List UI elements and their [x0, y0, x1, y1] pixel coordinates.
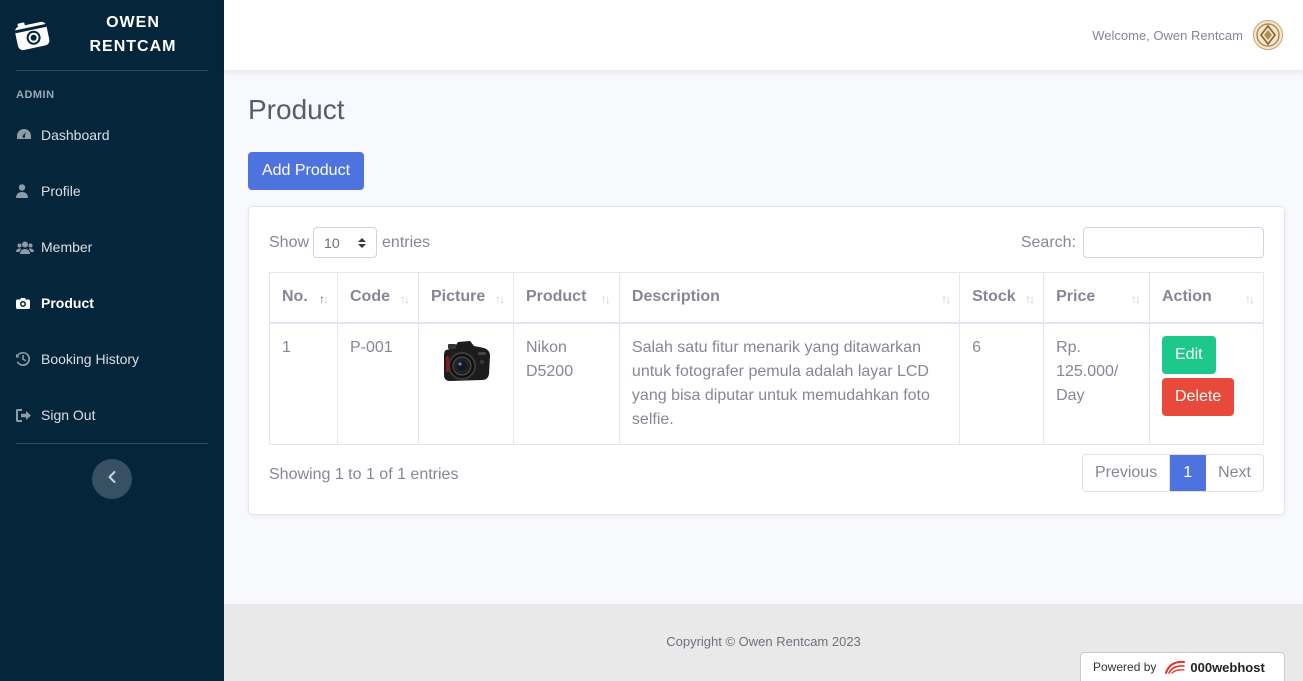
entries-length-control: Show 10 entries — [269, 227, 430, 258]
powered-by-label: Powered by — [1093, 660, 1157, 674]
header-label: Picture — [430, 288, 486, 306]
sidebar-item-label: Member — [41, 239, 93, 255]
sidebar-item-label: Sign Out — [41, 407, 96, 423]
history-icon — [16, 352, 38, 366]
column-header-stock[interactable]: Stock ↑↓ — [959, 272, 1045, 324]
sidebar-item-booking-history[interactable]: Booking History — [0, 331, 224, 387]
show-label: Show — [269, 233, 310, 251]
pagination-next[interactable]: Next — [1206, 455, 1263, 491]
pagination: Previous 1 Next — [1081, 454, 1264, 492]
welcome-text[interactable]: Welcome, Owen Rentcam — [1092, 28, 1243, 43]
sort-icon: ↑↓ — [600, 292, 611, 306]
brand-line2: RENTCAM — [89, 38, 177, 55]
sidebar-heading: ADMIN — [16, 89, 55, 101]
sidebar-item-profile[interactable]: Profile — [0, 163, 224, 219]
cell-price: Rp. 125.000/ Day — [1043, 322, 1150, 445]
delete-button[interactable]: Delete — [1162, 377, 1235, 416]
cell-description: Salah satu fitur menarik yang ditawarkan… — [618, 322, 961, 445]
tachometer-icon — [16, 128, 38, 142]
user-icon — [16, 184, 38, 198]
table-header-row: No. ↑↓ Code ↑↓ Picture ↑↓ Product ↑↓ Descrip… — [269, 272, 1264, 324]
column-header-code[interactable]: Code ↑↓ — [336, 272, 419, 324]
sidebar-item-label: Dashboard — [41, 127, 110, 143]
powered-by-badge[interactable]: Powered by 000webhost — [1080, 652, 1285, 681]
product-table: No. ↑↓ Code ↑↓ Picture ↑↓ Product ↑↓ Descrip… — [269, 272, 1264, 445]
cell-picture — [417, 322, 514, 445]
column-header-no[interactable]: No. ↑↓ — [269, 272, 338, 324]
sort-icon: ↑↓ — [1245, 292, 1255, 306]
webhost-logo-icon — [1164, 659, 1186, 675]
sidebar-item-label: Profile — [41, 183, 81, 199]
sidebar: OWEN RENTCAM ADMIN Dashboard Profile Mem… — [0, 0, 224, 681]
sidebar-item-product[interactable]: Product — [0, 275, 224, 331]
sidebar-toggle-button[interactable] — [92, 459, 132, 499]
sidebar-divider — [16, 443, 208, 444]
avatar[interactable] — [1253, 20, 1283, 50]
cell-code: P-001 — [336, 322, 419, 445]
header-label: Action — [1162, 288, 1212, 306]
select-arrows-icon — [358, 235, 367, 251]
cell-action: Edit Delete — [1149, 322, 1264, 445]
webhost-name: 000webhost — [1190, 659, 1265, 675]
pagination-page-1[interactable]: 1 — [1170, 455, 1207, 491]
pagination-previous[interactable]: Previous — [1082, 455, 1171, 491]
cell-stock: 6 — [959, 322, 1045, 445]
brand-line1: OWEN — [106, 14, 160, 31]
sidebar-item-label: Booking History — [41, 351, 140, 367]
header-label: Stock — [972, 288, 1016, 306]
header-label: Price — [1056, 288, 1096, 306]
edit-button[interactable]: Edit — [1162, 335, 1216, 374]
header-label: Product — [525, 288, 587, 306]
column-header-description[interactable]: Description ↑↓ — [618, 272, 961, 324]
topbar: Welcome, Owen Rentcam — [224, 0, 1303, 70]
sidebar-item-label: Product — [41, 295, 94, 311]
search-control: Search: — [1021, 227, 1264, 258]
users-icon — [16, 241, 38, 254]
sort-icon: ↑↓ — [941, 292, 951, 306]
sign-out-icon — [16, 408, 38, 422]
column-header-product[interactable]: Product ↑↓ — [512, 272, 620, 324]
sidebar-toggle-wrap — [0, 459, 224, 499]
sort-icon: ↑↓ — [1131, 292, 1141, 306]
table-info: Showing 1 to 1 of 1 entries — [269, 466, 459, 483]
footer: Copyright © Owen Rentcam 2023 Powered by… — [224, 604, 1303, 681]
cell-no: 1 — [269, 322, 338, 445]
sort-asc-icon: ↑↓ — [318, 292, 329, 306]
column-header-action[interactable]: Action ↑↓ — [1149, 272, 1264, 324]
entries-select-value: 10 — [324, 234, 340, 251]
sort-icon: ↑↓ — [399, 292, 410, 306]
search-input[interactable] — [1083, 227, 1264, 258]
cell-product: Nikon D5200 — [512, 322, 620, 445]
add-product-button[interactable]: Add Product — [248, 152, 364, 190]
brand[interactable]: OWEN RENTCAM — [0, 0, 224, 70]
entries-select[interactable]: 10 — [313, 227, 378, 258]
sidebar-item-dashboard[interactable]: Dashboard — [0, 107, 224, 163]
copyright-text: Copyright © Owen Rentcam 2023 — [666, 634, 861, 649]
header-label: Code — [349, 288, 390, 306]
column-header-price[interactable]: Price ↑↓ — [1043, 272, 1150, 324]
header-label: No. — [282, 288, 308, 306]
search-label: Search: — [1020, 233, 1076, 251]
sort-icon: ↑↓ — [1025, 292, 1035, 306]
entries-label: entries — [382, 233, 431, 251]
sidebar-item-sign-out[interactable]: Sign Out — [0, 387, 224, 443]
table-row: 1 P-001 Nikon D5200 Salah satu fitur men… — [269, 322, 1264, 445]
page-title: Product — [248, 94, 345, 125]
camera-icon — [12, 15, 52, 55]
brand-name: OWEN RENTCAM — [52, 11, 224, 59]
column-header-picture[interactable]: Picture ↑↓ — [417, 272, 514, 324]
sort-icon: ↑↓ — [494, 292, 505, 306]
sidebar-item-member[interactable]: Member — [0, 219, 224, 275]
product-camera-image — [440, 340, 492, 390]
product-table-card: Show 10 entries Search: No. ↑↓ Code ↑↓ P… — [248, 206, 1285, 515]
camera-icon — [16, 297, 38, 309]
chevron-left-icon — [108, 470, 116, 488]
header-label: Description — [631, 288, 720, 306]
